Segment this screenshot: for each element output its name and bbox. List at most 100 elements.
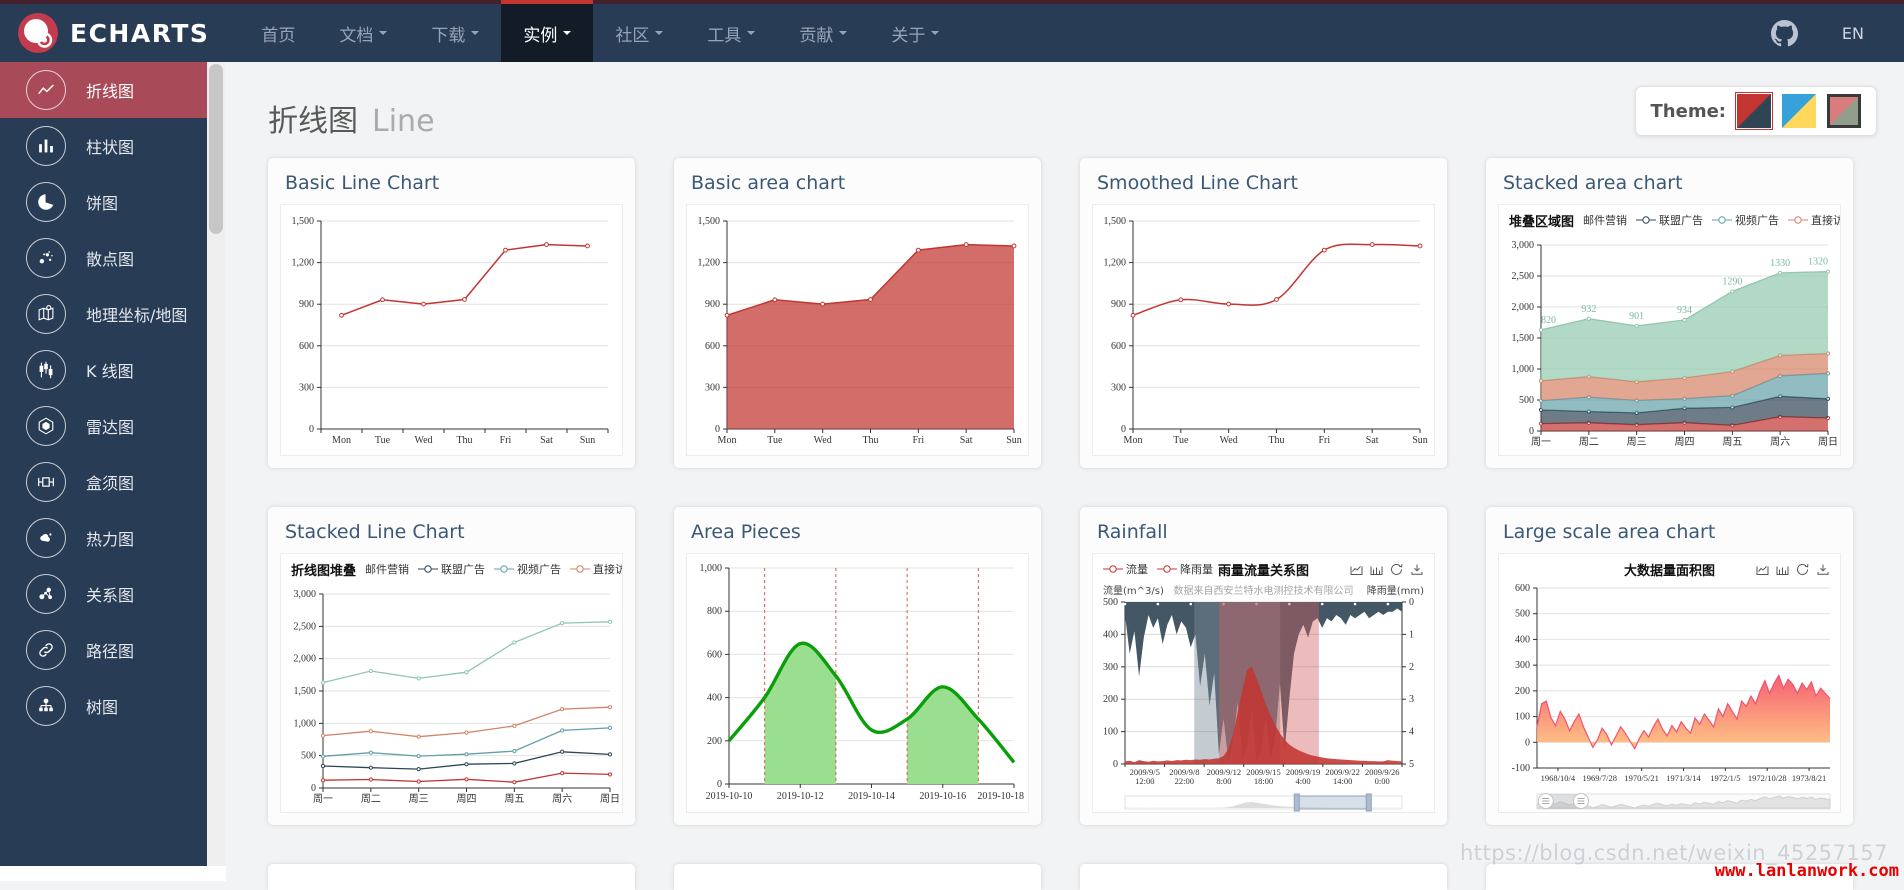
- nav-item-工具[interactable]: 工具: [685, 4, 777, 62]
- chart-canvas: 05001,0001,5002,0002,5003,000周一周二周三周四周五周…: [1499, 231, 1840, 455]
- chart-header: 折线图堆叠邮件营销联盟广告视频广告直接访问搜索引擎: [281, 554, 622, 580]
- svg-text:Fri: Fri: [912, 435, 924, 446]
- sidebar-item-关系图[interactable]: 关系图: [0, 566, 207, 622]
- svg-text:400: 400: [707, 693, 722, 704]
- example-card-title[interactable]: Smoothed Line Chart: [1080, 158, 1447, 204]
- svg-text:500: 500: [1515, 609, 1530, 620]
- example-card[interactable]: Smoothed Line Chart03006009001,2001,500M…: [1080, 158, 1447, 468]
- example-card-title[interactable]: Basic Line Chart: [268, 158, 635, 204]
- example-card[interactable]: Rainfall流量降雨量雨量流量关系图流量(m^3/s)数据来自西安兰特水电测…: [1080, 507, 1447, 825]
- example-card-title[interactable]: Rainfall: [1080, 507, 1447, 553]
- svg-text:500: 500: [1519, 395, 1534, 406]
- sidebar-item-地理坐标/地图[interactable]: 地理坐标/地图: [0, 286, 207, 342]
- svg-text:1: 1: [1409, 629, 1414, 640]
- sidebar-item-雷达图[interactable]: 雷达图: [0, 398, 207, 454]
- example-card-title[interactable]: Basic area chart: [674, 158, 1041, 204]
- legend-item-视频广告[interactable]: 视频广告: [494, 561, 561, 577]
- legend-item-直接访问[interactable]: 直接访问: [570, 561, 623, 577]
- download-icon[interactable]: [1816, 563, 1830, 576]
- chart-canvas: 02004006008001,0002019-10-102019-10-1220…: [687, 554, 1028, 812]
- svg-text:0: 0: [309, 424, 314, 435]
- legend-item-联盟广告[interactable]: 联盟广告: [418, 561, 485, 577]
- nav-item-贡献[interactable]: 贡献: [777, 4, 869, 62]
- nav-item-label: 社区: [615, 21, 649, 46]
- nav-item-下载[interactable]: 下载: [409, 4, 501, 62]
- legend-item-邮件营销[interactable]: 邮件营销: [365, 561, 409, 577]
- datazoom-handle[interactable]: [1573, 794, 1588, 809]
- toolbox-bar-icon[interactable]: [1776, 563, 1789, 576]
- graph-icon: [26, 574, 66, 614]
- sidebar-item-label: 雷达图: [86, 414, 134, 438]
- svg-text:Wed: Wed: [814, 435, 832, 446]
- sidebar-item-树图[interactable]: 树图: [0, 678, 207, 734]
- toolbox-line-icon[interactable]: [1350, 563, 1363, 576]
- example-card[interactable]: Basic area chart03006009001,2001,500MonT…: [674, 158, 1041, 468]
- legend-item-视频广告[interactable]: 视频广告: [1712, 212, 1779, 228]
- sidebar-item-饼图[interactable]: 饼图: [0, 174, 207, 230]
- legend-item-邮件营销[interactable]: 邮件营销: [1583, 212, 1627, 228]
- chevron-down-icon: [839, 31, 847, 35]
- sidebar-scrollbar[interactable]: [207, 62, 225, 866]
- example-card[interactable]: Stacked Line Chart折线图堆叠邮件营销联盟广告视频广告直接访问搜…: [268, 507, 635, 825]
- echarts-logo[interactable]: ECHARTS: [0, 4, 239, 62]
- sidebar-item-K 线图[interactable]: K 线图: [0, 342, 207, 398]
- examples-content: 折线图Line Theme: Basic Line Chart030060090…: [225, 62, 1904, 881]
- datazoom-handle[interactable]: [1366, 794, 1371, 811]
- legend-item-流量[interactable]: 流量: [1103, 561, 1148, 577]
- svg-text:800: 800: [707, 606, 722, 617]
- language-toggle[interactable]: EN: [1842, 24, 1864, 43]
- svg-text:Sun: Sun: [1412, 435, 1428, 446]
- datazoom-slider[interactable]: [1125, 794, 1402, 811]
- download-icon[interactable]: [1410, 563, 1424, 576]
- svg-text:Tue: Tue: [1173, 435, 1189, 446]
- nav-item-社区[interactable]: 社区: [593, 4, 685, 62]
- chart-preview: 03006009001,2001,500MonTueWedThuFriSatSu…: [1092, 204, 1435, 456]
- sidebar-item-盒须图[interactable]: 盒须图: [0, 454, 207, 510]
- example-card-title[interactable]: Stacked Line Chart: [268, 507, 635, 553]
- nav-item-实例[interactable]: 实例: [501, 4, 593, 62]
- nav-item-label: 贡献: [799, 21, 833, 46]
- example-card-title[interactable]: Area Pieces: [674, 507, 1041, 553]
- datazoom-slider[interactable]: [1537, 794, 1830, 810]
- sidebar-item-散点图[interactable]: 散点图: [0, 230, 207, 286]
- page-title: 折线图Line: [268, 96, 435, 140]
- sidebar-item-label: 饼图: [86, 190, 118, 214]
- example-card[interactable]: Stacked area chart堆叠区域图邮件营销联盟广告视频广告直接访问搜…: [1486, 158, 1853, 468]
- theme-swatch-light[interactable]: [1782, 94, 1816, 128]
- example-card[interactable]: Area Pieces02004006008001,0002019-10-102…: [674, 507, 1041, 825]
- toolbox-line-icon[interactable]: [1756, 563, 1769, 576]
- nav-item-关于[interactable]: 关于: [869, 4, 961, 62]
- nav-item-label: 文档: [339, 21, 373, 46]
- github-icon[interactable]: [1771, 20, 1798, 47]
- datazoom-handle[interactable]: [1538, 794, 1553, 809]
- example-card[interactable]: Basic Line Chart03006009001,2001,500MonT…: [268, 158, 635, 468]
- sidebar-item-路径图[interactable]: 路径图: [0, 622, 207, 678]
- svg-text:0: 0: [717, 779, 722, 790]
- sidebar-item-折线图[interactable]: 折线图: [0, 62, 207, 118]
- sidebar-item-热力图[interactable]: 热力图: [0, 510, 207, 566]
- chart-subheader: 流量(m^3/s)数据来自西安兰特水电测控技术有限公司降雨量(mm): [1093, 580, 1434, 598]
- example-card-title[interactable]: Stacked area chart: [1486, 158, 1853, 204]
- svg-text:1973/8/21: 1973/8/21: [1792, 773, 1826, 783]
- example-card-title[interactable]: Large scale area chart: [1486, 507, 1853, 553]
- svg-text:2009/9/128:00: 2009/9/128:00: [1207, 767, 1241, 786]
- svg-text:3,000: 3,000: [1512, 240, 1535, 251]
- legend-item-降雨量[interactable]: 降雨量: [1157, 561, 1213, 577]
- theme-swatch-dark[interactable]: [1827, 94, 1861, 128]
- nav-item-首页[interactable]: 首页: [239, 4, 317, 62]
- legend-item-联盟广告[interactable]: 联盟广告: [1636, 212, 1703, 228]
- svg-text:400: 400: [1103, 629, 1118, 640]
- svg-text:2009/9/1518:00: 2009/9/1518:00: [1246, 767, 1280, 786]
- sidebar-scrollbar-thumb[interactable]: [209, 64, 223, 234]
- svg-text:1,500: 1,500: [1512, 333, 1535, 344]
- datazoom-handle[interactable]: [1294, 794, 1299, 811]
- theme-swatch-default[interactable]: [1737, 94, 1771, 128]
- example-card[interactable]: Large scale area chart大数据量面积图-1000100200…: [1486, 507, 1853, 825]
- svg-text:Thu: Thu: [1268, 435, 1284, 446]
- toolbox-bar-icon[interactable]: [1370, 563, 1383, 576]
- toolbox-restore-icon[interactable]: [1390, 563, 1403, 576]
- toolbox-restore-icon[interactable]: [1796, 563, 1809, 576]
- sidebar-item-柱状图[interactable]: 柱状图: [0, 118, 207, 174]
- nav-item-文档[interactable]: 文档: [317, 4, 409, 62]
- legend-item-直接访问[interactable]: 直接访问: [1788, 212, 1841, 228]
